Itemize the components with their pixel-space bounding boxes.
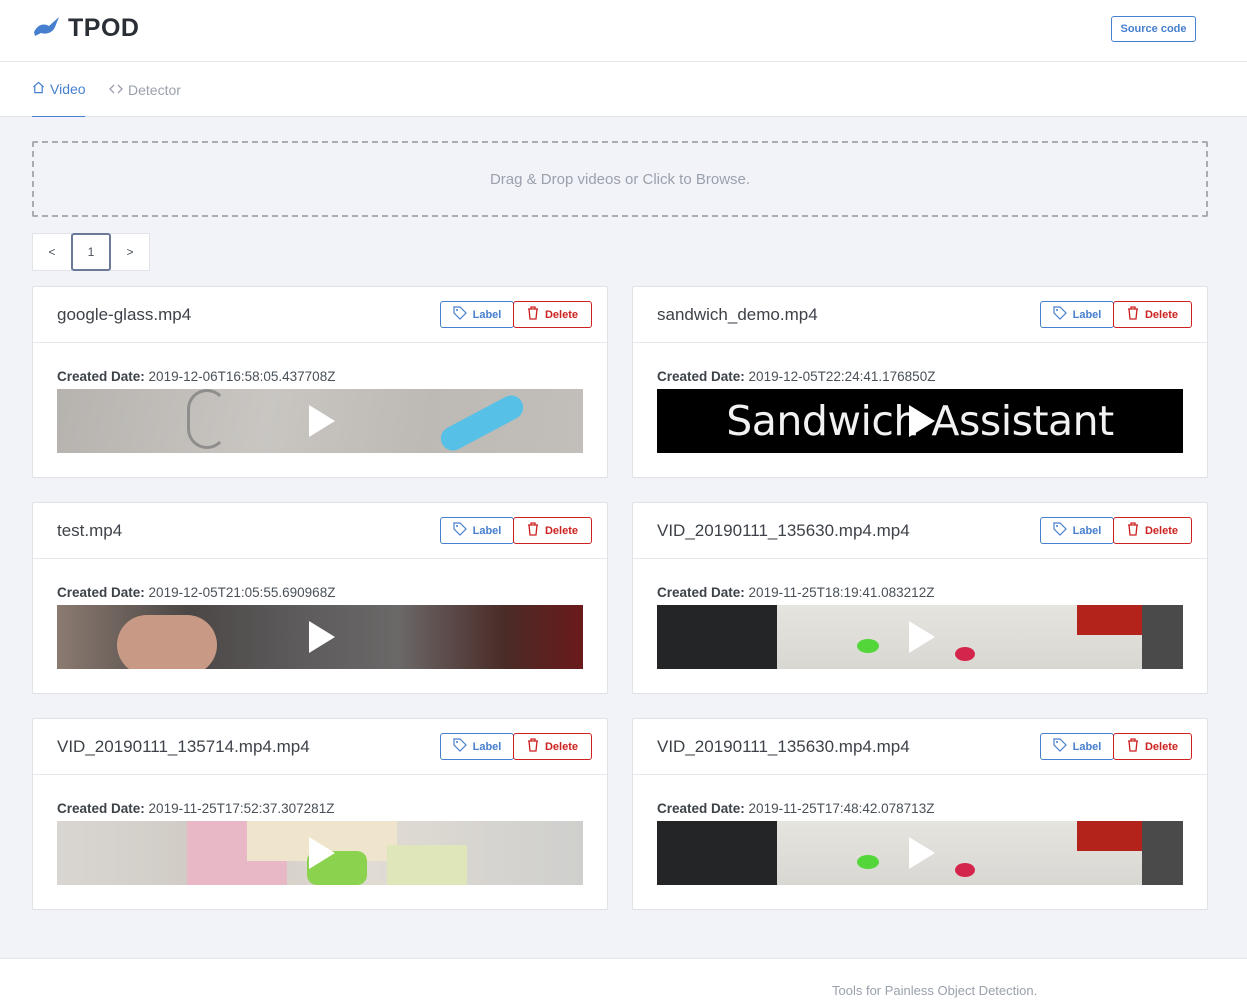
label-button[interactable]: Label [1040,733,1114,760]
video-card: test.mp4 Label Delete Created Date: 2019… [32,502,608,694]
pagination: < 1 > [32,233,150,271]
video-card: google-glass.mp4 Label Delete Created Da… [32,286,608,478]
video-thumbnail[interactable] [57,605,583,669]
tag-icon [453,522,467,539]
label-button[interactable]: Label [440,301,514,328]
tab-detector-label: Detector [128,81,181,98]
dropzone-text: Drag & Drop videos or Click to Browse. [489,170,751,188]
trash-icon [1127,306,1139,323]
label-button[interactable]: Label [440,517,514,544]
video-card: sandwich_demo.mp4 Label Delete Created D… [632,286,1208,478]
video-title: VID_20190111_135630.mp4.mp4 [657,737,910,756]
home-icon [32,81,45,97]
label-button[interactable]: Label [440,733,514,760]
trash-icon [527,522,539,539]
prev-page-button[interactable]: < [32,233,72,271]
trash-icon [1127,522,1139,539]
play-icon [909,837,935,869]
play-icon [909,405,935,437]
tag-icon [1053,522,1067,539]
top-bar: TPOD Source code [0,0,1247,62]
video-card: VID_20190111_135630.mp4.mp4 Label Delete… [632,502,1208,694]
trash-icon [1127,738,1139,755]
label-button-text: Label [1072,740,1102,753]
tab-video[interactable]: Video [32,62,86,117]
created-date: Created Date: 2019-11-25T18:19:41.083212… [657,585,934,600]
delete-button[interactable]: Delete [513,301,592,328]
delete-button[interactable]: Delete [513,733,592,760]
created-date-value: 2019-11-25T17:48:42.078713Z [748,801,935,816]
tag-icon [1053,306,1067,323]
label-button-text: Label [472,308,502,321]
delete-button-text: Delete [544,308,579,321]
footer-tagline: Tools for Painless Object Detection. [832,983,1038,998]
created-date: Created Date: 2019-12-05T22:24:41.176850… [657,369,935,384]
label-button-text: Label [1072,308,1102,321]
video-title: VID_20190111_135714.mp4.mp4 [57,737,310,756]
video-title: google-glass.mp4 [57,305,192,324]
created-date: Created Date: 2019-11-25T17:52:37.307281… [57,801,334,816]
delete-button-text: Delete [1144,308,1179,321]
video-title: test.mp4 [57,521,123,540]
delete-button-text: Delete [1144,524,1179,537]
tag-icon [453,306,467,323]
play-icon [909,621,935,653]
created-date-label: Created Date: [57,369,145,384]
play-icon [309,621,335,653]
brand[interactable]: TPOD [32,14,139,43]
created-date-value: 2019-11-25T18:19:41.083212Z [748,585,935,600]
created-date-label: Created Date: [57,801,145,816]
footer: Tools for Painless Object Detection. [0,958,1247,1005]
created-date-label: Created Date: [657,801,745,816]
delete-button[interactable]: Delete [1113,301,1192,328]
delete-button[interactable]: Delete [1113,517,1192,544]
app-title: TPOD [68,14,140,42]
delete-button-text: Delete [1144,740,1179,753]
created-date-value: 2019-12-06T16:58:05.437708Z [148,369,336,384]
created-date-label: Created Date: [57,585,145,600]
label-button-text: Label [1072,524,1102,537]
created-date-value: 2019-12-05T22:24:41.176850Z [748,369,936,384]
video-thumbnail[interactable] [657,821,1183,885]
created-date-label: Created Date: [657,369,745,384]
delete-button-text: Delete [544,524,579,537]
video-title: VID_20190111_135630.mp4.mp4 [657,521,910,540]
source-code-button[interactable]: Source code [1111,16,1196,42]
created-date-label: Created Date: [657,585,745,600]
video-thumbnail[interactable] [57,821,583,885]
label-button[interactable]: Label [1040,301,1114,328]
created-date: Created Date: 2019-12-05T21:05:55.690968… [57,585,335,600]
page-1-button[interactable]: 1 [71,233,111,271]
next-page-button[interactable]: > [110,233,150,271]
delete-button-text: Delete [544,740,579,753]
trash-icon [527,738,539,755]
video-card: VID_20190111_135630.mp4.mp4 Label Delete… [632,718,1208,910]
tag-icon [453,738,467,755]
upload-dropzone[interactable]: Drag & Drop videos or Click to Browse. [32,141,1208,217]
created-date: Created Date: 2019-12-06T16:58:05.437708… [57,369,335,384]
trash-icon [527,306,539,323]
label-button[interactable]: Label [1040,517,1114,544]
created-date-value: 2019-11-25T17:52:37.307281Z [148,801,335,816]
label-button-text: Label [472,524,502,537]
play-icon [309,837,335,869]
label-button-text: Label [472,740,502,753]
video-thumbnail[interactable]: Sandwich Assistant [657,389,1183,453]
delete-button[interactable]: Delete [513,517,592,544]
tab-video-label: Video [50,81,86,97]
delete-button[interactable]: Delete [1113,733,1192,760]
video-thumbnail[interactable] [657,605,1183,669]
video-card: VID_20190111_135714.mp4.mp4 Label Delete… [32,718,608,910]
bird-logo-icon [32,15,62,42]
play-icon [309,405,335,437]
nav-bar: Video Detector [0,62,1247,117]
tag-icon [1053,738,1067,755]
tab-detector[interactable]: Detector [109,62,181,117]
video-thumbnail[interactable] [57,389,583,453]
video-title: sandwich_demo.mp4 [657,305,818,324]
created-date-value: 2019-12-05T21:05:55.690968Z [148,585,336,600]
created-date: Created Date: 2019-11-25T17:48:42.078713… [657,801,934,816]
code-icon [109,82,123,98]
